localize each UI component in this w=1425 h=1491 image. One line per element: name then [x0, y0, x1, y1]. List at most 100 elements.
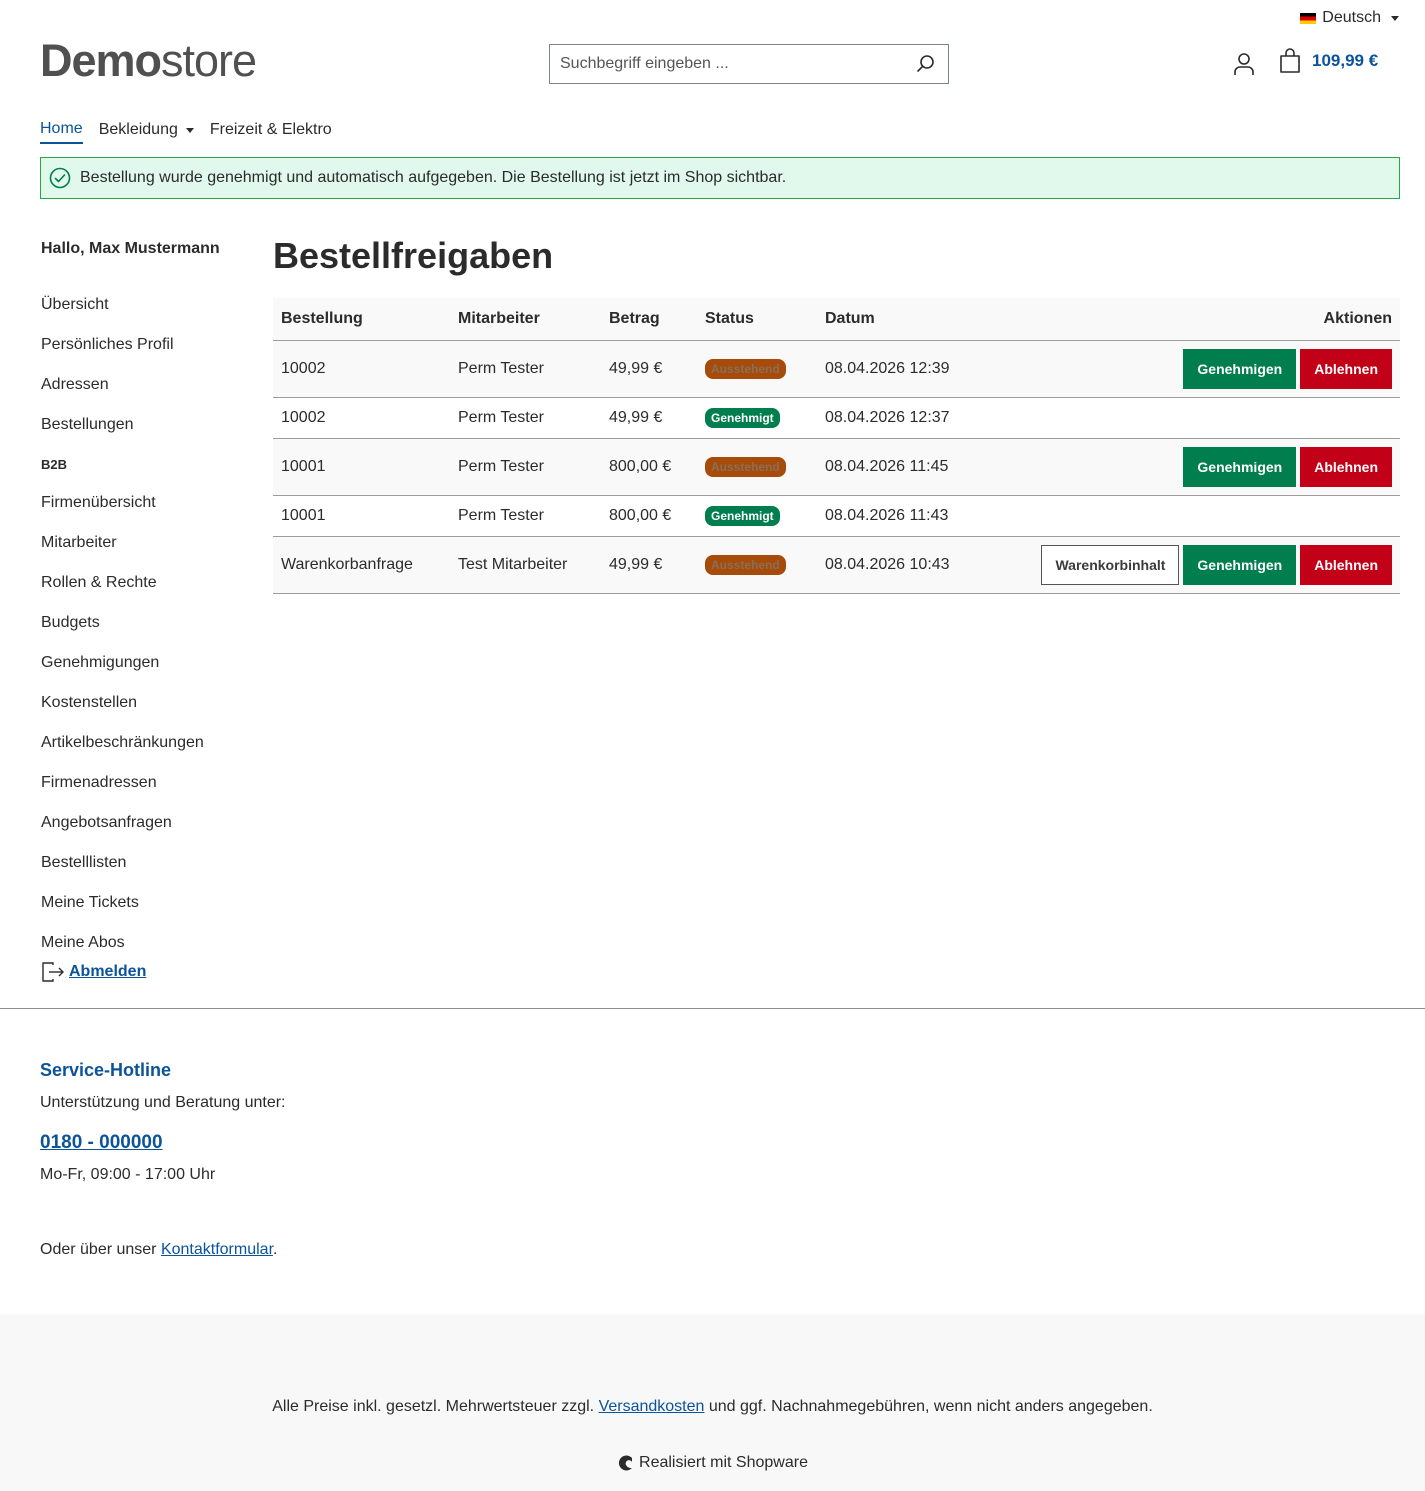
cell-actions	[987, 397, 1400, 439]
reject-button[interactable]: Ablehnen	[1300, 348, 1392, 389]
table-row: 10001 Perm Tester 800,00 € Genehmigt 08.…	[273, 495, 1400, 537]
cell-date: 08.04.2026 12:37	[817, 397, 987, 439]
column-header-bestellung: Bestellung	[273, 298, 450, 341]
status-badge: Genehmigt	[705, 407, 780, 428]
nav-item-freizeit-elektro[interactable]: Freizeit & Elektro	[210, 118, 332, 144]
cart-button[interactable]: 109,99 €	[1278, 48, 1378, 74]
shopping-bag-icon	[1280, 48, 1300, 73]
column-header-status: Status	[697, 298, 817, 341]
cell-status: Genehmigt	[697, 495, 817, 537]
nav-label: Freizeit & Elektro	[209, 121, 332, 138]
cell-order: 10002	[273, 397, 450, 439]
cell-date: 08.04.2026 10:43	[817, 536, 987, 594]
page-title: Bestellfreigaben	[273, 235, 554, 276]
cell-amount: 800,00 €	[601, 495, 697, 537]
nav-label: Home	[40, 120, 83, 137]
chevron-down-icon	[1391, 15, 1399, 21]
nav-item-home[interactable]: Home	[40, 118, 83, 144]
status-badge: Ausstehend	[705, 456, 786, 477]
cell-actions: Warenkorbinhalt Genehmigen Ablehnen	[987, 536, 1400, 594]
hotline-title: Service-Hotline	[40, 1060, 172, 1080]
logout-icon	[42, 962, 64, 982]
status-badge: Ausstehend	[705, 358, 786, 379]
hotline-subtitle: Unterstützung und Beratung unter:	[40, 1094, 286, 1111]
sidebar-item-bestelllisten[interactable]: Bestelllisten	[41, 843, 251, 883]
cell-status: Ausstehend	[697, 536, 817, 594]
cell-employee: Perm Tester	[450, 438, 601, 496]
sidebar-item-mitarbeiter[interactable]: Mitarbeiter	[41, 523, 251, 563]
cell-amount: 800,00 €	[601, 438, 697, 496]
cell-status: Genehmigt	[697, 397, 817, 439]
vat-suffix: und ggf. Nachnahmegebühren, wenn nicht a…	[704, 1398, 1153, 1415]
cell-actions: Genehmigen Ablehnen	[987, 438, 1400, 496]
sidebar-item-angebotsanfragen[interactable]: Angebotsanfragen	[41, 803, 251, 843]
account-menu: Übersicht Persönliches Profil Adressen B…	[41, 285, 251, 963]
sidebar-item-kostenstellen[interactable]: Kostenstellen	[41, 683, 251, 723]
shipping-costs-link[interactable]: Versandkosten	[599, 1398, 705, 1415]
approve-button[interactable]: Genehmigen	[1183, 348, 1297, 389]
sidebar-item-rollen-rechte[interactable]: Rollen & Rechte	[41, 563, 251, 603]
contact-suffix: .	[273, 1241, 278, 1258]
cart-content-button[interactable]: Warenkorbinhalt	[1041, 544, 1180, 585]
sidebar-item-profil[interactable]: Persönliches Profil	[41, 325, 251, 365]
contact-form-link[interactable]: Kontaktformular	[161, 1241, 273, 1258]
sidebar-heading-b2b: B2B	[41, 456, 68, 472]
cell-order: Warenkorbanfrage	[273, 536, 450, 594]
search-input[interactable]	[550, 45, 904, 83]
vat-prefix: Alle Preise inkl. gesetzl. Mehrwertsteue…	[272, 1398, 599, 1415]
approvals-table: Bestellung Mitarbeiter Betrag Status Dat…	[273, 298, 1400, 594]
logout-link[interactable]: Abmelden	[69, 963, 146, 981]
reject-button[interactable]: Ablehnen	[1300, 544, 1392, 585]
reject-button[interactable]: Ablehnen	[1300, 446, 1392, 487]
nav-item-bekleidung[interactable]: Bekleidung	[99, 118, 194, 144]
column-header-mitarbeiter: Mitarbeiter	[450, 298, 601, 341]
table-row: 10002 Perm Tester 49,99 € Ausstehend 08.…	[273, 340, 1400, 398]
sidebar-item-firmenadressen[interactable]: Firmenadressen	[41, 763, 251, 803]
language-switcher[interactable]: Deutsch	[1300, 8, 1399, 28]
cell-date: 08.04.2026 11:45	[817, 438, 987, 496]
cell-order: 10002	[273, 340, 450, 398]
sidebar-item-uebersicht[interactable]: Übersicht	[41, 285, 251, 325]
cell-employee: Perm Tester	[450, 340, 601, 398]
language-label: Deutsch	[1322, 9, 1381, 26]
cell-amount: 49,99 €	[601, 397, 697, 439]
vat-notice: Alle Preise inkl. gesetzl. Mehrwertsteue…	[0, 1398, 1425, 1416]
sidebar-item-firmenuebersicht[interactable]: Firmenübersicht	[41, 483, 251, 523]
greeting: Hallo, Max Mustermann	[41, 240, 220, 257]
footer-bottom: Alle Preise inkl. gesetzl. Mehrwertsteue…	[0, 1314, 1425, 1491]
sidebar-item-adressen[interactable]: Adressen	[41, 365, 251, 405]
cell-status: Ausstehend	[697, 438, 817, 496]
approve-button[interactable]: Genehmigen	[1183, 446, 1297, 487]
success-alert: Bestellung wurde genehmigt und automatis…	[40, 157, 1400, 199]
sidebar-item-bestellungen[interactable]: Bestellungen	[41, 405, 251, 445]
search-button[interactable]	[904, 45, 948, 83]
check-circle-icon	[49, 167, 71, 189]
cell-order: 10001	[273, 438, 450, 496]
column-header-aktionen: Aktionen	[987, 298, 1400, 341]
powered-by[interactable]: Realisiert mit Shopware	[0, 1454, 1425, 1472]
main-content: Bestellfreigaben Bestellung Mitarbeiter …	[273, 234, 1400, 594]
cell-order: 10001	[273, 495, 450, 537]
shopware-logo-icon	[618, 1455, 633, 1471]
approve-button[interactable]: Genehmigen	[1183, 544, 1297, 585]
cell-amount: 49,99 €	[601, 536, 697, 594]
sidebar-item-genehmigungen[interactable]: Genehmigungen	[41, 643, 251, 683]
hotline-phone-link[interactable]: 0180 - 000000	[40, 1132, 163, 1154]
alert-message: Bestellung wurde genehmigt und automatis…	[80, 169, 787, 186]
logo-bold: Demo	[40, 35, 162, 86]
column-header-datum: Datum	[817, 298, 987, 341]
sidebar-item-artikelbeschraenkungen[interactable]: Artikelbeschränkungen	[41, 723, 251, 763]
contact-text: Oder über unser Kontaktformular.	[40, 1241, 277, 1259]
account-button[interactable]	[1230, 50, 1258, 78]
cell-date: 08.04.2026 12:39	[817, 340, 987, 398]
search-icon	[917, 55, 934, 72]
cell-status: Ausstehend	[697, 340, 817, 398]
logo-light: store	[161, 35, 257, 86]
sidebar-item-tickets[interactable]: Meine Tickets	[41, 883, 251, 923]
sidebar-item-budgets[interactable]: Budgets	[41, 603, 251, 643]
contact-prefix: Oder über unser	[40, 1241, 161, 1258]
cell-actions: Genehmigen Ablehnen	[987, 340, 1400, 398]
powered-label: Realisiert mit Shopware	[639, 1454, 808, 1471]
account-sidebar: Hallo, Max Mustermann Übersicht Persönli…	[41, 237, 251, 987]
store-logo[interactable]: Demostore	[40, 35, 257, 86]
